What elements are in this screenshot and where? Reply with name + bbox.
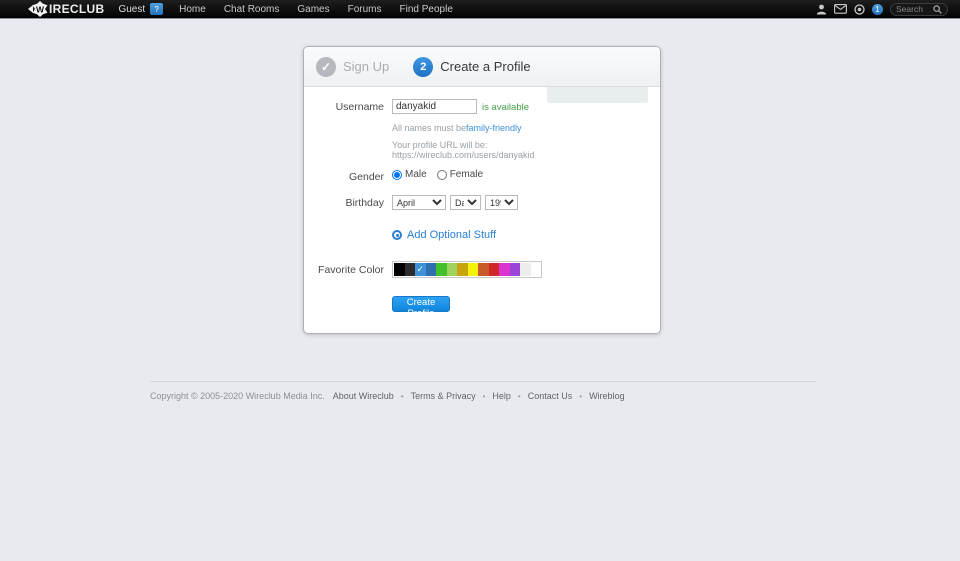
footer-link-about-wireclub[interactable]: About Wireclub xyxy=(333,391,394,401)
gender-options: Male Female xyxy=(392,169,493,180)
birthday-row: Birthday April Day 1991 xyxy=(304,195,660,210)
footer-link-help[interactable]: Help xyxy=(492,391,511,401)
page-footer: Copyright © 2005-2020 Wireclub Media Inc… xyxy=(150,381,816,401)
color-swatch-12[interactable] xyxy=(520,263,531,276)
guest-label: Guest xyxy=(118,4,145,15)
color-swatch-9[interactable] xyxy=(489,263,500,276)
username-label: Username xyxy=(304,99,384,113)
step1-label: Sign Up xyxy=(343,59,389,74)
family-friendly-link[interactable]: family-friendly xyxy=(466,123,522,133)
favorite-color-row: Favorite Color ✓ xyxy=(304,261,660,278)
nav-item-chat-rooms[interactable]: Chat Rooms xyxy=(224,4,280,15)
color-swatches: ✓ xyxy=(392,261,542,278)
color-swatch-3[interactable] xyxy=(426,263,437,276)
top-navbar: W IRECLUB Guest ? Home Chat Rooms Games For… xyxy=(0,0,960,19)
color-swatch-5[interactable] xyxy=(447,263,458,276)
wireclub-logo[interactable]: W IRECLUB xyxy=(28,1,104,17)
gender-row: Gender Male Female xyxy=(304,169,660,183)
footer-links: About Wireclub • Terms & Privacy • Help • Cont… xyxy=(333,391,625,401)
color-swatch-4[interactable] xyxy=(436,263,447,276)
gender-radio-male[interactable] xyxy=(392,170,402,180)
profile-url-note: Your profile URL will be: https://wirecl… xyxy=(392,140,535,160)
submit-row: Create Profile xyxy=(392,296,450,312)
guest-menu[interactable]: Guest ? xyxy=(118,3,163,15)
gender-option-male[interactable]: Male xyxy=(392,169,427,180)
color-swatch-8[interactable] xyxy=(478,263,489,276)
svg-text:W: W xyxy=(36,4,45,14)
help-prefix: All names must be xyxy=(392,123,466,133)
color-swatch-6[interactable] xyxy=(457,263,468,276)
color-swatch-1[interactable] xyxy=(405,263,416,276)
profile-url-line1: Your profile URL will be: xyxy=(392,140,535,150)
username-availability-status: is available xyxy=(482,100,529,113)
footer-separator: • xyxy=(579,392,582,401)
footer-link-contact-us[interactable]: Contact Us xyxy=(528,391,573,401)
gender-option-female[interactable]: Female xyxy=(437,169,483,180)
add-optional-stuff-label: Add Optional Stuff xyxy=(407,229,496,241)
birthday-day-select[interactable]: Day xyxy=(450,195,481,210)
color-swatch-11[interactable] xyxy=(510,263,521,276)
footer-separator: • xyxy=(518,392,521,401)
wireclub-logo-icon: W xyxy=(28,1,48,17)
color-swatch-selected[interactable]: ✓ xyxy=(415,263,426,276)
add-optional-stuff-link[interactable]: Add Optional Stuff xyxy=(392,229,496,241)
wizard-header: ✓ Sign Up 2 Create a Profile xyxy=(304,47,660,87)
user-icon[interactable] xyxy=(816,4,827,15)
birthday-year-select[interactable]: 1991 xyxy=(485,195,518,210)
search-box[interactable] xyxy=(890,3,948,16)
search-icon[interactable] xyxy=(933,5,942,14)
nav-item-games[interactable]: Games xyxy=(297,4,329,15)
step2-title: Create a Profile xyxy=(440,59,530,74)
color-swatch-10[interactable] xyxy=(499,263,510,276)
brand-text: IRECLUB xyxy=(49,2,104,16)
gender-option-label: Male xyxy=(405,169,427,180)
notification-badge[interactable]: 1 xyxy=(872,4,883,15)
guest-help-badge[interactable]: ? xyxy=(150,3,163,15)
footer-separator: • xyxy=(483,392,486,401)
gender-option-label: Female xyxy=(450,169,483,180)
nav-items: Home Chat Rooms Games Forums Find People xyxy=(179,4,453,15)
create-profile-button[interactable]: Create Profile xyxy=(392,296,450,312)
favorite-color-label: Favorite Color xyxy=(304,261,384,276)
navbar-right: 1 xyxy=(816,3,948,16)
username-input[interactable] xyxy=(392,99,477,114)
nav-item-home[interactable]: Home xyxy=(179,4,206,15)
create-profile-modal: ✓ Sign Up 2 Create a Profile Username is… xyxy=(303,46,661,334)
color-swatch-0[interactable] xyxy=(394,263,405,276)
step2-number-badge: 2 xyxy=(413,57,433,77)
color-swatch-13[interactable] xyxy=(531,263,542,276)
footer-link-terms-privacy[interactable]: Terms & Privacy xyxy=(411,391,476,401)
birthday-label: Birthday xyxy=(304,195,384,209)
status-disc-icon[interactable] xyxy=(854,4,865,15)
username-help-text: All names must be family-friendly xyxy=(392,123,522,133)
username-row: Username is available xyxy=(304,99,660,114)
mail-icon[interactable] xyxy=(834,4,847,14)
expand-circle-icon xyxy=(392,230,402,240)
color-swatch-7[interactable] xyxy=(468,263,479,276)
nav-item-forums[interactable]: Forums xyxy=(348,4,382,15)
footer-separator: • xyxy=(401,392,404,401)
gender-label: Gender xyxy=(304,169,384,183)
copyright-text: Copyright © 2005-2020 Wireclub Media Inc… xyxy=(150,391,325,401)
nav-item-find-people[interactable]: Find People xyxy=(400,4,453,15)
birthday-month-select[interactable]: April xyxy=(392,195,446,210)
step1-check-icon: ✓ xyxy=(316,57,336,77)
footer-link-wireblog[interactable]: Wireblog xyxy=(589,391,625,401)
search-input[interactable] xyxy=(896,4,930,14)
gender-radio-female[interactable] xyxy=(437,170,447,180)
profile-url-line2: https://wireclub.com/users/danyakid xyxy=(392,150,535,160)
